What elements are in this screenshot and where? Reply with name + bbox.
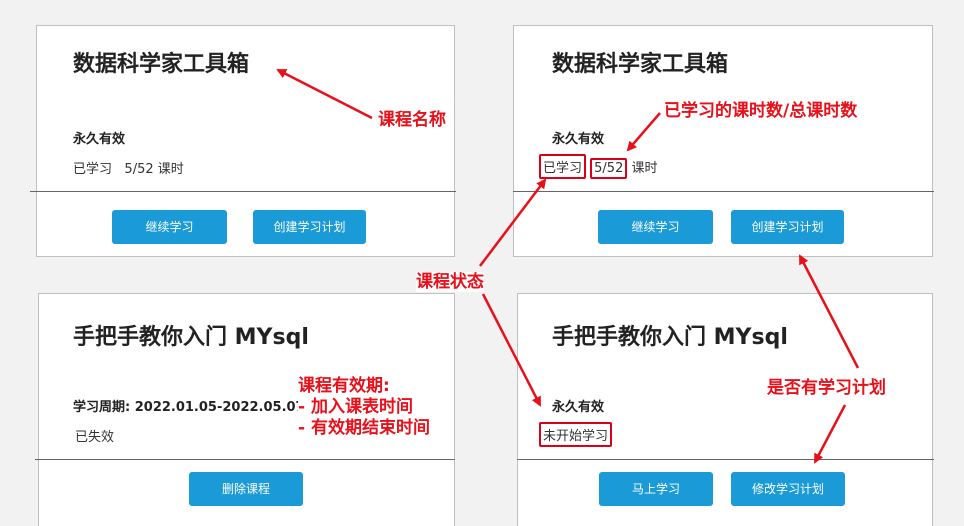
course-card: 数据科学家工具箱 永久有效 已学习 5/52 课时 继续学习 创建学习计划 — [513, 25, 933, 257]
progress-count: 5/52 — [590, 158, 628, 179]
annotation-validity: 课程有效期: - 加入课表时间 - 有效期结束时间 — [298, 376, 430, 439]
card-divider — [35, 459, 455, 460]
continue-learning-button[interactable]: 继续学习 — [112, 210, 227, 244]
validity-label: 永久有效 — [552, 400, 605, 415]
validity-label: 学习周期: 2022.01.05-2022.05.07 — [73, 400, 305, 415]
annotation-lessons-learned: 已学习的课时数/总课时数 — [664, 101, 858, 121]
card-divider — [30, 191, 456, 192]
course-card: 数据科学家工具箱 永久有效 已学习 5/52 课时 继续学习 创建学习计划 — [36, 25, 455, 257]
annotation-course-name: 课程名称 — [378, 110, 446, 130]
course-title: 手把手教你入门 MYsql — [73, 325, 309, 350]
start-learning-button[interactable]: 马上学习 — [599, 472, 713, 506]
annotation-validity-title: 课程有效期: — [298, 376, 390, 397]
create-plan-button[interactable]: 创建学习计划 — [253, 210, 366, 244]
progress-unit: 课时 — [157, 162, 184, 177]
course-title: 手把手教你入门 MYsql — [552, 325, 788, 350]
validity-label: 永久有效 — [73, 132, 126, 147]
status-line: 未开始学习 — [539, 422, 613, 447]
progress-count: 5/52 — [124, 162, 154, 177]
edit-plan-button[interactable]: 修改学习计划 — [731, 472, 845, 506]
card-divider — [517, 459, 934, 460]
create-plan-button[interactable]: 创建学习计划 — [731, 210, 844, 244]
course-list-page: 数据科学家工具箱 永久有效 已学习 5/52 课时 继续学习 创建学习计划 数据… — [0, 0, 964, 526]
annotation-validity-line2: - 有效期结束时间 — [298, 418, 430, 439]
status-line: 已学习 5/52 课时 — [73, 158, 184, 177]
annotation-validity-line1: - 加入课表时间 — [298, 397, 413, 418]
annotation-course-status: 课程状态 — [416, 272, 484, 292]
delete-course-button[interactable]: 删除课程 — [189, 472, 303, 506]
status-line: 已学习 5/52 课时 — [539, 154, 658, 179]
continue-learning-button[interactable]: 继续学习 — [598, 210, 713, 244]
status-label: 已失效 — [75, 430, 115, 445]
course-title: 数据科学家工具箱 — [73, 52, 250, 77]
card-divider — [513, 191, 934, 192]
course-card: 手把手教你入门 MYsql 永久有效 未开始学习 马上学习 修改学习计划 — [517, 293, 933, 526]
status-label: 已学习 — [539, 154, 587, 179]
course-title: 数据科学家工具箱 — [552, 52, 729, 77]
progress-unit: 课时 — [631, 161, 658, 176]
validity-label: 永久有效 — [552, 132, 605, 147]
status-label: 已学习 — [73, 162, 113, 177]
status-label: 未开始学习 — [539, 422, 613, 447]
annotation-has-plan: 是否有学习计划 — [767, 378, 886, 398]
